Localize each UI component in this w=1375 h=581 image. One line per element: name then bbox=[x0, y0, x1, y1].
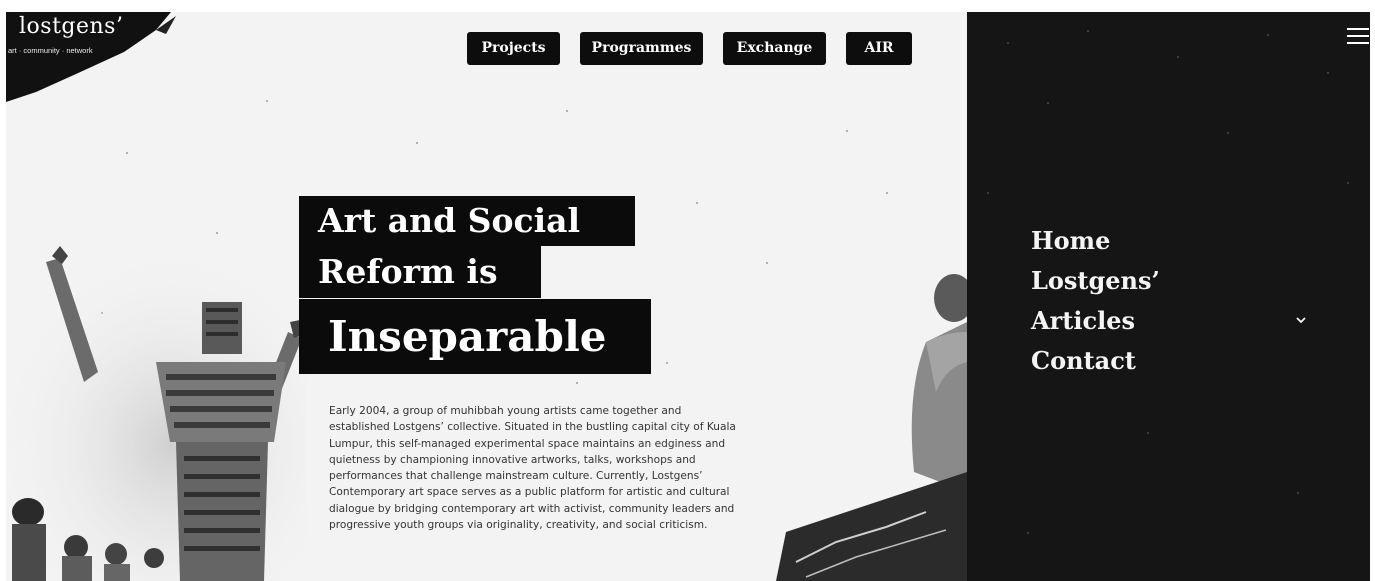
paper-texture bbox=[696, 202, 698, 204]
menu-item-lostgens[interactable]: Lostgens’ bbox=[1031, 266, 1160, 295]
logo-wordmark: lostgens’ bbox=[19, 14, 124, 39]
hamburger-menu-icon[interactable] bbox=[1347, 28, 1369, 46]
page: lostgens’ art · community · network Proj… bbox=[0, 0, 1375, 581]
panel-texture bbox=[1227, 132, 1229, 134]
paper-texture bbox=[666, 362, 668, 364]
paper-texture bbox=[266, 100, 268, 102]
paper-texture bbox=[416, 142, 418, 144]
logo-tagline: art · community · network bbox=[8, 46, 93, 55]
menu-item-home[interactable]: Home bbox=[1031, 226, 1110, 255]
nav-exchange-button[interactable]: Exchange bbox=[723, 32, 826, 65]
menu-item-articles[interactable]: Articles bbox=[1031, 306, 1135, 335]
paper-texture bbox=[886, 192, 888, 194]
panel-texture bbox=[987, 192, 989, 194]
site-logo[interactable]: lostgens’ art · community · network bbox=[6, 12, 176, 102]
right-edge bbox=[1370, 12, 1375, 581]
top-edge bbox=[0, 0, 1375, 12]
figure-photo bbox=[776, 274, 967, 581]
panel-texture bbox=[1297, 492, 1299, 494]
panel-texture bbox=[1047, 102, 1049, 104]
hero-heading-line-2: Reform is bbox=[299, 246, 541, 298]
side-menu-panel bbox=[967, 12, 1370, 581]
panel-texture bbox=[1147, 432, 1149, 434]
panel-texture bbox=[1177, 56, 1179, 58]
nav-air-button[interactable]: AIR bbox=[846, 32, 912, 65]
intro-paragraph: Early 2004, a group of muhibbah young ar… bbox=[329, 405, 736, 532]
nav-programmes-button[interactable]: Programmes bbox=[580, 32, 703, 65]
paper-texture bbox=[576, 382, 578, 384]
hero-heading-line-1: Art and Social bbox=[299, 196, 635, 246]
panel-texture bbox=[1007, 42, 1009, 44]
panel-texture bbox=[1087, 30, 1089, 32]
panel-texture bbox=[1347, 182, 1349, 184]
sculpture-photo bbox=[6, 242, 306, 581]
paper-texture bbox=[766, 262, 768, 264]
chevron-down-icon[interactable] bbox=[1294, 313, 1308, 327]
paper-texture bbox=[126, 152, 128, 154]
panel-texture bbox=[1327, 72, 1329, 74]
paper-texture bbox=[566, 110, 568, 112]
paper-texture bbox=[846, 130, 848, 132]
panel-texture bbox=[1027, 532, 1029, 534]
hero-heading-line-3: Inseparable bbox=[299, 299, 651, 374]
nav-projects-button[interactable]: Projects bbox=[467, 32, 560, 65]
paper-texture bbox=[216, 232, 218, 234]
menu-item-contact[interactable]: Contact bbox=[1031, 346, 1136, 375]
panel-texture bbox=[1267, 34, 1269, 36]
